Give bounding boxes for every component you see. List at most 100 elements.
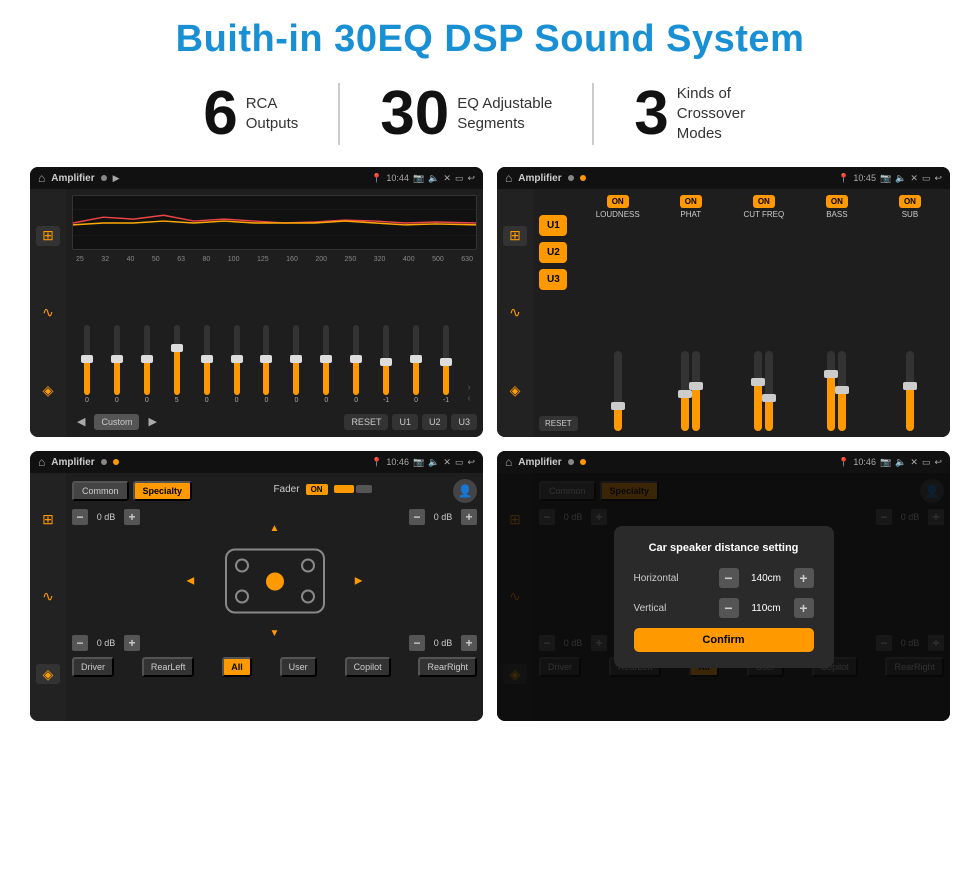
eq-slider-1[interactable]: 0	[102, 325, 132, 404]
vol-icon-1: 🔈	[428, 173, 439, 184]
eq-slider-9[interactable]: 0	[341, 325, 371, 404]
eq-slider-3[interactable]: 5	[162, 325, 192, 404]
eq-screen: ⌂ Amplifier ▶ 📍 10:44 📷 🔈 ✕ ▭ ↩ ⊞	[30, 167, 483, 437]
eq-slider-6[interactable]: 0	[252, 325, 282, 404]
xover-slider-bass2[interactable]	[838, 351, 846, 431]
eq-nav-left[interactable]: ◀	[72, 412, 90, 431]
eq-slider-8[interactable]: 0	[311, 325, 341, 404]
sidebar-eq-icon[interactable]: ⊞	[36, 226, 60, 246]
cam-icon-1: 📷	[413, 173, 424, 184]
db-plus-br[interactable]: +	[461, 635, 477, 651]
db-ctrl-bl: − 0 dB +	[72, 635, 140, 651]
xover-channel-loudness: ON LOUDNESS	[584, 195, 652, 431]
speaker-bl[interactable]	[235, 590, 249, 604]
fader-btn-copilot[interactable]: Copilot	[345, 657, 391, 677]
dialog-confirm-button[interactable]: Confirm	[634, 628, 814, 652]
time-3: 10:46	[386, 457, 409, 467]
speaker-tr[interactable]	[301, 559, 315, 573]
xover-on-loudness[interactable]: ON	[607, 195, 629, 208]
fader-btn-all[interactable]: All	[222, 657, 252, 677]
db-minus-br[interactable]: −	[409, 635, 425, 651]
mode-btns: Common Specialty	[72, 481, 192, 501]
eq-slider-5[interactable]: 0	[222, 325, 252, 404]
nav-right[interactable]: ▶	[355, 576, 363, 587]
nav-down[interactable]: ▼	[270, 628, 280, 639]
status-bar-4: ⌂ Amplifier 📍 10:46 📷 🔈 ✕ ▭ ↩	[497, 451, 950, 473]
stats-row: 6 RCAOutputs 30 EQ AdjustableSegments 3 …	[30, 83, 950, 145]
db-plus-tr[interactable]: +	[461, 509, 477, 525]
eq-slider-12[interactable]: -1	[431, 325, 461, 404]
eq-slider-2[interactable]: 0	[132, 325, 162, 404]
dialog-minus-h[interactable]: −	[719, 568, 739, 588]
db-plus-tl[interactable]: +	[124, 509, 140, 525]
fader-btn-rearleft[interactable]: RearLeft	[142, 657, 195, 677]
dialog-plus-h[interactable]: +	[794, 568, 814, 588]
eq-btn-u2[interactable]: U2	[422, 414, 448, 430]
xover-on-bass[interactable]: ON	[826, 195, 848, 208]
db-plus-bl[interactable]: +	[124, 635, 140, 651]
db-minus-tr[interactable]: −	[409, 509, 425, 525]
dialog-minus-v[interactable]: −	[719, 598, 739, 618]
xover-slider-bass[interactable]	[827, 351, 835, 431]
eq-slider-4[interactable]: 0	[192, 325, 222, 404]
eq-nav-right[interactable]: ▶	[143, 412, 161, 431]
eq-slider-11[interactable]: 0	[401, 325, 431, 404]
xover-slider-phat2[interactable]	[692, 351, 700, 431]
xover-preset-u2[interactable]: U2	[539, 242, 567, 263]
fader-on-badge[interactable]: ON	[306, 484, 328, 495]
fader-btn-user[interactable]: User	[280, 657, 317, 677]
eq-btn-u1[interactable]: U1	[392, 414, 418, 430]
eq-bottom-bar: ◀ Custom ▶ RESET U1 U2 U3	[72, 408, 477, 431]
dialog-plus-v[interactable]: +	[794, 598, 814, 618]
xover-slider-cutfreq2[interactable]	[765, 351, 773, 431]
sidebar-speaker-icon-3[interactable]: ◈	[36, 664, 60, 684]
speaker-tl[interactable]	[235, 559, 249, 573]
xover-slider-sub[interactable]	[906, 351, 914, 431]
xover-channel-sub: ON SUB	[876, 195, 944, 431]
xover-preset-u1[interactable]: U1	[539, 215, 567, 236]
eq-btn-reset[interactable]: RESET	[344, 414, 388, 430]
nav-up[interactable]: ▲	[270, 523, 280, 534]
xover-on-cutfreq[interactable]: ON	[753, 195, 775, 208]
back-icon-2: ↩	[934, 173, 942, 184]
location-icon-4: 📍	[838, 457, 849, 468]
eq-slider-0[interactable]: 0	[72, 325, 102, 404]
xover-reset[interactable]: RESET	[539, 416, 578, 431]
fader-btn-rearright[interactable]: RearRight	[418, 657, 477, 677]
db-minus-tl[interactable]: −	[72, 509, 88, 525]
mode-specialty[interactable]: Specialty	[133, 481, 193, 501]
stat-rca-number: 6	[203, 83, 237, 145]
sidebar-speaker-icon[interactable]: ◈	[36, 380, 60, 400]
xover-slider-loudness[interactable]	[614, 351, 622, 431]
dialog-row-horizontal: Horizontal − 140cm +	[634, 568, 814, 588]
xover-preset-u3[interactable]: U3	[539, 269, 567, 290]
sidebar-wave-icon-2[interactable]: ∿	[503, 303, 527, 323]
fader-btn-driver[interactable]: Driver	[72, 657, 114, 677]
app-name-2: Amplifier	[518, 173, 561, 184]
eq-btn-custom[interactable]: Custom	[94, 414, 139, 430]
x-icon-2: ✕	[910, 173, 918, 184]
db-ctrl-tl: − 0 dB +	[72, 509, 140, 525]
eq-btn-u3[interactable]: U3	[451, 414, 477, 430]
app-name-1: Amplifier	[51, 173, 94, 184]
xover-on-phat[interactable]: ON	[680, 195, 702, 208]
xover-slider-cutfreq[interactable]	[754, 351, 762, 431]
profile-icon-3[interactable]: 👤	[453, 479, 477, 503]
xover-on-sub[interactable]: ON	[899, 195, 921, 208]
xover-slider-phat[interactable]	[681, 351, 689, 431]
db-minus-bl[interactable]: −	[72, 635, 88, 651]
eq-slider-10[interactable]: -1	[371, 325, 401, 404]
scroll-arrows[interactable]: › ‹	[461, 382, 477, 404]
page-title: Buith-in 30EQ DSP Sound System	[30, 18, 950, 61]
time-4: 10:46	[853, 457, 876, 467]
sidebar-wave-icon[interactable]: ∿	[36, 303, 60, 323]
nav-left[interactable]: ◀	[187, 576, 195, 587]
sidebar-eq-icon-2[interactable]: ⊞	[503, 226, 527, 246]
sidebar-speaker-icon-2[interactable]: ◈	[503, 380, 527, 400]
speaker-center[interactable]	[266, 572, 284, 590]
sidebar-eq-icon-3[interactable]: ⊞	[36, 510, 60, 530]
sidebar-wave-icon-3[interactable]: ∿	[36, 587, 60, 607]
speaker-br[interactable]	[301, 590, 315, 604]
eq-slider-7[interactable]: 0	[281, 325, 311, 404]
mode-common[interactable]: Common	[72, 481, 129, 501]
